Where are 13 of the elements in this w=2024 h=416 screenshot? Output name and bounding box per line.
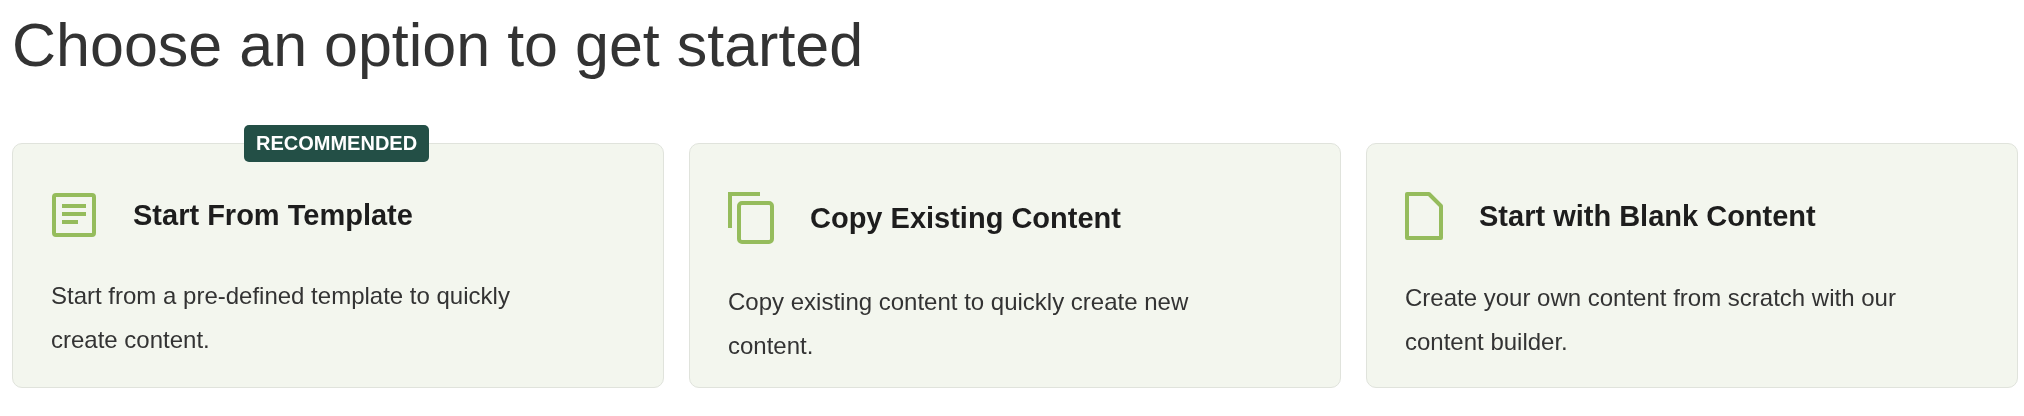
- option-description: Copy existing content to quickly create new content.: [728, 287, 1190, 361]
- option-card[interactable]: Start with Blank Content Create your own content from scratch with our content builder.: [1366, 143, 2018, 388]
- option-card[interactable]: Copy Existing Content Copy existing content to quickly create new content.: [689, 143, 1341, 388]
- option-title: Start From Template: [133, 198, 413, 232]
- option-title: Start with Blank Content: [1479, 199, 1816, 233]
- recommended-badge: RECOMMENDED: [244, 125, 430, 162]
- page-title: Choose an option to get started: [12, 10, 865, 81]
- document-icon: [51, 192, 97, 238]
- copy-icon: [728, 192, 774, 244]
- file-icon: [1405, 192, 1443, 240]
- option-description: Create your own content from scratch with our content builder.: [1405, 283, 1897, 357]
- option-title: Copy Existing Content: [810, 201, 1121, 235]
- option-description: Start from a pre-defined template to quickly create content.: [51, 281, 511, 355]
